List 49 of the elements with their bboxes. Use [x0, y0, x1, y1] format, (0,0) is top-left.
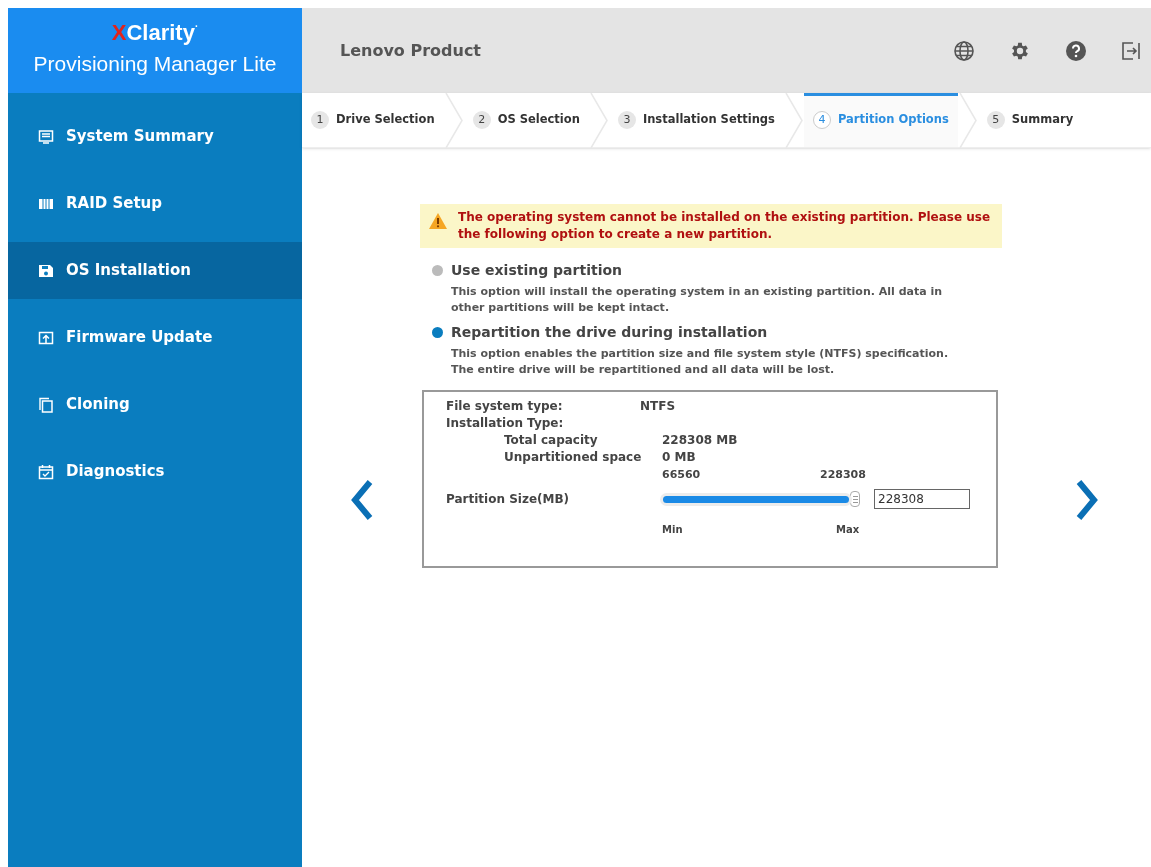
- sidebar-item[interactable]: Cloning: [8, 376, 302, 433]
- sidebar-item[interactable]: OS Installation: [8, 242, 302, 299]
- slider-caption: Max: [836, 523, 860, 537]
- warning-message: The operating system cannot be installed on the existing partition. Please use the following option to create a new partition.: [458, 209, 992, 243]
- field-value: NTFS: [640, 398, 676, 415]
- option-description: This option enables the partition size and file system style (NTFS) specification. The entire drive will be repartitioned and all data will be lost.: [450, 346, 950, 378]
- product-title: Lenovo Product: [340, 39, 481, 62]
- logo-wordmark: Clarity: [126, 21, 195, 44]
- calendar-check-icon: [38, 463, 54, 480]
- min-value: 66560: [662, 467, 702, 483]
- sidebar-item[interactable]: Firmware Update: [8, 309, 302, 366]
- globe-icon[interactable]: [953, 39, 975, 62]
- previous-button[interactable]: [350, 478, 374, 522]
- warning-icon: [428, 212, 448, 230]
- monitor-icon: [38, 128, 54, 145]
- step-number: 4: [812, 111, 831, 129]
- field-label: Unpartitioned space: [504, 449, 643, 466]
- radio-option[interactable]: Use existing partition: [432, 260, 623, 281]
- copy-icon: [38, 396, 54, 413]
- logo-letter: X: [111, 21, 127, 44]
- option-description: This option will install the operating system in an existing partition. All data in other partitions will be kept intact.: [450, 284, 944, 316]
- slider-handle[interactable]: [850, 491, 860, 507]
- sidebar-item[interactable]: Diagnostics: [8, 443, 302, 500]
- trademark-mark: ·: [194, 21, 199, 32]
- field-label: File system type:: [446, 398, 564, 415]
- field-value: 0 MB: [662, 449, 696, 466]
- product-name: Provisioning Manager Lite: [33, 50, 277, 77]
- max-value: 228308: [820, 467, 866, 483]
- step-number: 5: [986, 111, 1005, 129]
- sidebar-item[interactable]: RAID Setup: [8, 175, 302, 232]
- upload-icon: [38, 329, 54, 346]
- step-number: 1: [311, 111, 329, 129]
- wizard-step[interactable]: 2 OS Selection: [463, 93, 589, 147]
- field-label: Total capacity: [504, 432, 599, 449]
- logout-icon[interactable]: [1121, 40, 1141, 61]
- help-icon[interactable]: [1065, 39, 1087, 62]
- radio-option[interactable]: Repartition the drive during installation: [432, 322, 768, 343]
- sidebar-item[interactable]: System Summary: [8, 108, 302, 165]
- slider-caption: Min: [662, 523, 684, 537]
- field-label: Partition Size(MB): [446, 491, 571, 508]
- step-number: 3: [617, 111, 636, 129]
- wizard-step[interactable]: 3 Installation Settings: [608, 93, 784, 147]
- partition-size-field[interactable]: 228308: [874, 489, 970, 509]
- next-button[interactable]: [1075, 478, 1099, 522]
- field-label: Installation Type:: [446, 415, 564, 432]
- wizard-step[interactable]: 1 Drive Selection: [302, 93, 444, 147]
- step-number: 2: [472, 111, 491, 129]
- wizard-step[interactable]: 5 Summary: [977, 93, 1083, 147]
- field-value: 228308 MB: [662, 432, 738, 449]
